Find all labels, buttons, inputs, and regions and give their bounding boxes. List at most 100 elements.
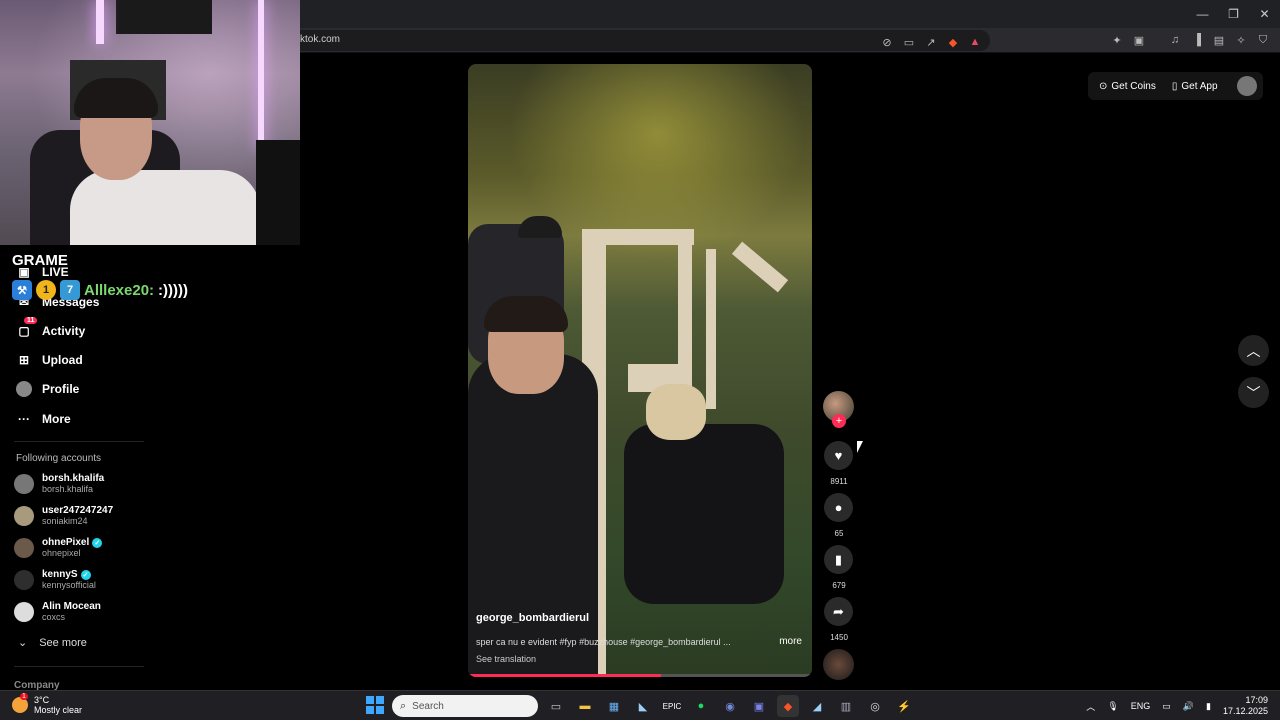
sidebar-item-profile[interactable]: Profile [16, 381, 79, 397]
heart-icon: ♥ [834, 448, 843, 463]
minimize-button[interactable]: — [1187, 0, 1218, 28]
task-view-icon[interactable]: ▭ [545, 695, 567, 717]
microphone-icon[interactable]: 🎙 [1107, 701, 1118, 712]
spotify-icon[interactable]: ● [690, 695, 712, 717]
divider [14, 666, 144, 667]
webcam-neon-light [96, 0, 104, 44]
video-player[interactable]: george_bombardierul sper ca nu e evident… [468, 64, 812, 677]
steam-icon[interactable]: ◣ [632, 695, 654, 717]
account-handle: ohnepixel [42, 548, 81, 558]
sidebar-icon[interactable]: ▐ [1188, 31, 1206, 49]
brave-icon[interactable]: ◆ [777, 695, 799, 717]
menu-icon[interactable]: ≡ [1276, 31, 1280, 49]
sidebar-item-upload[interactable]: ⊞ Upload [16, 352, 83, 368]
hammer-badge-icon: ⚒ [12, 280, 32, 300]
sidebar [0, 245, 160, 690]
account-item[interactable]: borsh.khalifa borsh.khalifa [14, 473, 104, 494]
taskbar: 1 3°C Mostly clear ⌕ Search ▭ ▬ ▦ ◣ EPIC… [0, 690, 1280, 720]
video-author[interactable]: george_bombardierul [476, 612, 589, 624]
tray-chevron-icon[interactable]: ︿ [1086, 700, 1095, 713]
webcam-overlay [0, 0, 300, 245]
weather-widget[interactable]: 1 3°C Mostly clear [12, 693, 83, 715]
steam-client-icon[interactable]: ◢ [806, 695, 828, 717]
clock-date: 17.12.2025 [1222, 706, 1268, 716]
obs-icon[interactable]: ◎ [864, 695, 886, 717]
webcam-monitor [256, 140, 300, 245]
language-indicator[interactable]: ENG [1131, 701, 1151, 711]
account-item[interactable]: user247247247 soniakim24 [14, 505, 113, 526]
weather-condition: Mostly clear [34, 705, 83, 715]
windows-logo-tile [376, 706, 384, 714]
clock[interactable]: 17:09 17.12.2025 [1223, 695, 1268, 717]
address-bar[interactable]: ktok.com ⊘ ▭ ↗ ◆ ▲ [300, 30, 990, 51]
vpn-icon[interactable]: ⛉ [1254, 31, 1272, 49]
webcam-shirt [70, 170, 260, 245]
video-fence-post [706, 249, 716, 409]
like-count: 8911 [830, 477, 848, 486]
webcam-hair [74, 78, 158, 118]
avatar [14, 473, 34, 494]
activity-icon: ▢ 11 [16, 317, 38, 339]
battery-icon[interactable]: ▮ [1206, 701, 1211, 712]
browser-toolbar: ktok.com ⊘ ▭ ↗ ◆ ▲ ✦ ▣ ♫ ▐ ▤ ✧ ⛉ ≡ [300, 28, 1280, 53]
follow-plus-icon[interactable]: + [832, 414, 846, 428]
save-button[interactable]: ▮ [824, 545, 853, 574]
see-more-button[interactable]: ⌄ See more [18, 636, 87, 650]
see-translation-button[interactable]: See translation [476, 654, 536, 664]
music-disc[interactable] [823, 649, 854, 680]
activity-badge: 11 [24, 317, 38, 324]
comment-button[interactable]: ● [824, 493, 853, 522]
like-button[interactable]: ♥ [824, 441, 853, 470]
account-item[interactable]: Alin Mocean coxcs [14, 601, 101, 622]
video-hair [484, 296, 568, 332]
media-icon[interactable]: ♫ [1166, 31, 1184, 49]
file-explorer-icon[interactable]: ▬ [574, 695, 596, 717]
start-button[interactable] [366, 696, 384, 714]
get-app-button[interactable]: ▯ Get App [1167, 81, 1223, 92]
video-description: sper ca nu e evident #fyp #buzzhouse #ge… [476, 637, 731, 647]
epic-games-icon[interactable]: EPIC [661, 695, 683, 717]
avatar [14, 601, 34, 622]
chat-username: Alllexe20: [84, 281, 155, 299]
brave-rewards-icon[interactable]: ▲ [966, 33, 984, 51]
app-grid-icon[interactable]: ▥ [835, 695, 857, 717]
sidebar-item-activity[interactable]: ▢ 11 Activity [16, 317, 85, 339]
webcam-neon-strip [258, 0, 264, 150]
maximize-button[interactable]: ❐ [1218, 0, 1249, 28]
next-video-button[interactable]: ﹀ [1238, 377, 1269, 408]
tool-icon[interactable]: ⚡ [893, 695, 915, 717]
leo-icon[interactable]: ✧ [1232, 31, 1250, 49]
tab-search-icon[interactable]: ▣ [1130, 31, 1148, 49]
teams-icon[interactable]: ▣ [748, 695, 770, 717]
verified-icon: ✓ [80, 569, 91, 580]
windows-logo-tile [366, 706, 374, 714]
tracking-icon[interactable]: ⊘ [878, 33, 896, 51]
cast-icon[interactable]: ▭ [900, 33, 918, 51]
share-button[interactable]: ➦ [824, 597, 853, 626]
volume-icon[interactable]: 🔊 [1183, 701, 1194, 712]
user-avatar[interactable] [1236, 76, 1257, 96]
network-icon[interactable]: ▭ [1162, 701, 1171, 712]
account-name: borsh.khalifa [42, 473, 105, 484]
wallet-icon[interactable]: ▤ [1210, 31, 1228, 49]
sidebar-item-more[interactable]: ··· More [16, 411, 71, 427]
following-title: Following accounts [16, 453, 102, 464]
store-icon[interactable]: ▦ [603, 695, 625, 717]
discord-icon[interactable]: ◉ [719, 695, 741, 717]
share-icon[interactable]: ↗ [922, 33, 940, 51]
taskbar-search[interactable]: ⌕ Search [392, 695, 538, 717]
get-coins-button[interactable]: ⊙ Get Coins [1094, 81, 1161, 92]
search-icon: ⌕ [400, 699, 407, 712]
video-progress[interactable] [468, 674, 812, 677]
profile-avatar-icon [16, 381, 32, 397]
account-item[interactable]: kennyS ✓ kennysofficial [14, 569, 96, 590]
extensions-icon[interactable]: ✦ [1108, 31, 1126, 49]
close-button[interactable]: ✕ [1249, 0, 1280, 28]
brave-shield-icon[interactable]: ◆ [944, 33, 962, 51]
more-button[interactable]: more [779, 636, 802, 647]
account-item[interactable]: ohnePixel ✓ ohnepixel [14, 537, 103, 558]
sidebar-item-label: More [42, 412, 71, 426]
clock-time: 17:09 [1245, 695, 1268, 705]
previous-video-button[interactable]: ︿ [1238, 335, 1269, 366]
chat-message-row: ⚒ 1 7 Alllexe20: :))))) [12, 280, 188, 300]
